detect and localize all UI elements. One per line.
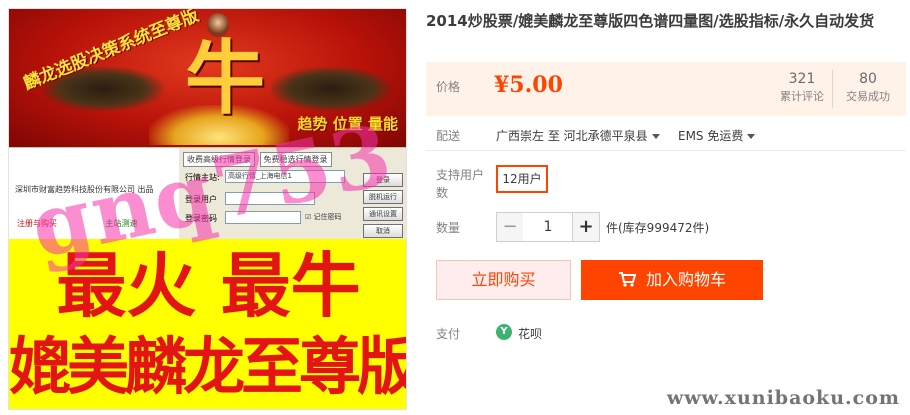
software-remember-label: 记住密码: [313, 213, 342, 221]
software-left-pane: 深圳市财富趋势科技股份有限公司 出品 注册与购买 主站测速: [9, 148, 179, 240]
software-tab-paid: 收费高级行情登录: [183, 152, 255, 167]
site-watermark: www.xunibaoku.com: [666, 387, 900, 409]
shipping-route: 广西崇左 至 河北承德平泉县: [496, 129, 648, 143]
shipping-label: 配送: [436, 129, 461, 143]
huabei-icon: Y: [496, 324, 512, 340]
software-settings-button: 通讯设置: [363, 207, 403, 221]
software-tabs: 收费高级行情登录 免费稳选行情登录: [183, 152, 334, 167]
shipping-method-select[interactable]: EMS 免运费: [678, 127, 756, 144]
option-12-users[interactable]: 12用户: [496, 165, 548, 193]
promo-line-2: 媲美麟龙至尊版: [9, 330, 407, 403]
section-divider: [426, 150, 906, 151]
product-banner: 麟龙选股决策系统至尊版 牛 趋势 位置 量能: [9, 9, 406, 147]
product-title: 2014炒股票/媲美麟龙至尊版四色谱四量图/选股指标/永久自动发货: [426, 12, 875, 30]
quantity-label: 数量: [436, 221, 461, 235]
quantity-decrease-button[interactable]: −: [496, 212, 524, 242]
banner-char: 牛: [185, 31, 265, 125]
software-pass-input: [225, 211, 301, 224]
price-value: ¥5.00: [494, 72, 563, 98]
reviews-label: 累计评论: [780, 90, 824, 103]
software-login-button: 登录: [363, 173, 403, 187]
software-cancel-button: 取消: [363, 224, 403, 238]
add-to-cart-label: 加入购物车: [645, 270, 726, 289]
software-tab-free: 免费稳选行情登录: [259, 152, 332, 167]
software-server-label: 行情主站:: [185, 173, 220, 182]
deals-label: 交易成功: [846, 90, 890, 103]
user-count-label: 支持用户数: [436, 168, 485, 200]
chevron-down-icon: [651, 134, 660, 139]
quantity-increase-button[interactable]: +: [572, 212, 600, 242]
software-register-link: 注册与购买: [17, 219, 57, 228]
software-login-mock: 深圳市财富趋势科技股份有限公司 出品 注册与购买 主站测速 收费高级行情登录 免…: [9, 147, 406, 240]
software-links: 注册与购买 主站测速: [17, 218, 184, 229]
software-server-select: 高级行情_上海电信1: [225, 170, 345, 183]
reviews-stat[interactable]: 321 累计评论: [770, 69, 834, 105]
quantity-input[interactable]: [523, 212, 573, 242]
shipping-method: EMS 免运费: [678, 129, 744, 143]
stock-info: 件(库存999472件): [606, 221, 710, 235]
buy-now-button[interactable]: 立即购买: [436, 260, 571, 300]
software-user-input: [225, 192, 315, 205]
stat-divider: [832, 70, 833, 108]
payment-label: 支付: [436, 327, 461, 341]
promo-panel: 最火 最牛 媲美麟龙至尊版: [9, 239, 407, 409]
software-company: 深圳市财富趋势科技股份有限公司 出品: [15, 185, 154, 194]
promo-line-1: 最火 最牛: [56, 244, 361, 327]
cart-icon: [618, 272, 636, 287]
software-offline-button: 脱机运行: [363, 190, 403, 204]
banner-slogan: 趋势 位置 量能: [297, 115, 398, 133]
product-image[interactable]: 麟龙选股决策系统至尊版 牛 趋势 位置 量能 深圳市财富趋势科技股份有限公司 出…: [8, 8, 407, 410]
software-user-label: 登录用户: [185, 195, 217, 204]
payment-method: 花呗: [518, 327, 543, 341]
price-label: 价格: [436, 80, 461, 94]
deals-count: 80: [859, 71, 877, 87]
software-home-link: 主站测速: [105, 219, 138, 228]
bull-right-graphic: [271, 67, 391, 111]
shipping-route-select[interactable]: 广西崇左 至 河北承德平泉县: [496, 127, 660, 144]
chevron-down-icon: [747, 134, 756, 139]
price-box: 价格 ¥5.00 321 累计评论 80 交易成功: [426, 62, 906, 116]
add-to-cart-button[interactable]: 加入购物车: [581, 260, 763, 300]
reviews-count: 321: [788, 71, 816, 87]
software-pass-label: 登录密码: [185, 214, 217, 223]
deals-stat: 80 交易成功: [836, 69, 900, 105]
software-remember: ☑ 记住密码: [305, 213, 342, 221]
